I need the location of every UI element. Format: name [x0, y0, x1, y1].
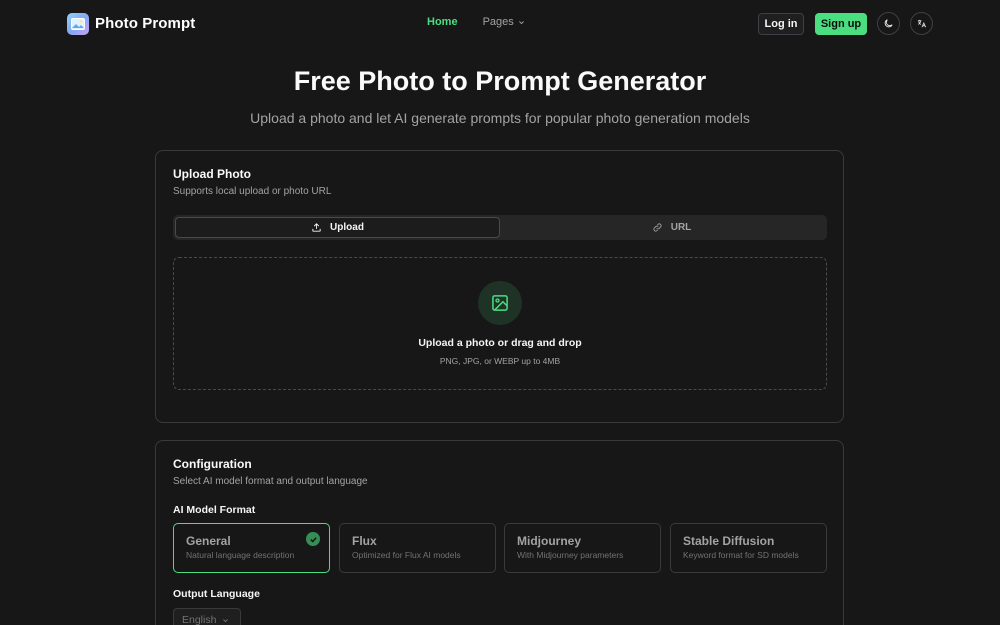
nav-pages-label: Pages: [482, 16, 514, 28]
moon-icon: [884, 19, 893, 28]
tab-url[interactable]: URL: [509, 217, 834, 238]
language-value: English: [182, 614, 217, 625]
image-icon: [478, 281, 522, 325]
brand-name: Photo Prompt: [95, 15, 196, 32]
output-language-label: Output Language: [173, 588, 260, 600]
model-description: With Midjourney parameters: [517, 550, 624, 560]
login-button[interactable]: Log in: [758, 13, 804, 35]
top-navbar: Photo Prompt Home Pages Log in Sign up: [0, 0, 1000, 48]
translate-icon: [917, 19, 927, 28]
output-language-select[interactable]: English: [173, 608, 241, 625]
signup-button[interactable]: Sign up: [815, 13, 867, 35]
model-description: Keyword format for SD models: [683, 550, 799, 560]
link-icon: [653, 223, 662, 232]
tab-url-label: URL: [670, 222, 692, 233]
model-name: Stable Diffusion: [683, 534, 775, 548]
dropzone-title: Upload a photo or drag and drop: [418, 337, 582, 349]
brand-link[interactable]: Photo Prompt: [67, 12, 195, 35]
model-format-label: AI Model Format: [173, 504, 256, 516]
nav-pages-dropdown[interactable]: Pages: [483, 16, 525, 28]
upload-card-title: Upload Photo: [173, 167, 251, 181]
tab-upload[interactable]: Upload: [175, 217, 500, 238]
chevron-down-icon: [518, 20, 524, 24]
upload-source-tabs: Upload URL: [173, 215, 827, 240]
model-option-midjourney[interactable]: Midjourney With Midjourney parameters: [504, 523, 661, 573]
nav-home-link[interactable]: Home: [427, 16, 458, 28]
logo-icon: [67, 12, 89, 35]
model-option-stable-diffusion[interactable]: Stable Diffusion Keyword format for SD m…: [670, 523, 827, 573]
configuration-card: Configuration Select AI model format and…: [155, 440, 844, 625]
model-description: Optimized for Flux AI models: [352, 550, 461, 560]
upload-photo-card: Upload Photo Supports local upload or ph…: [155, 150, 844, 423]
chevron-down-icon: [223, 618, 229, 622]
check-icon: [306, 532, 320, 546]
tab-upload-label: Upload: [330, 222, 364, 233]
upload-icon: [312, 223, 321, 232]
dropzone-hint: PNG, JPG, or WEBP up to 4MB: [439, 356, 561, 366]
main-nav: Home Pages: [427, 16, 525, 28]
model-option-general[interactable]: General Natural language description: [173, 523, 330, 573]
model-name: Midjourney: [517, 534, 582, 548]
photo-dropzone[interactable]: Upload a photo or drag and drop PNG, JPG…: [173, 257, 827, 390]
page-title: Free Photo to Prompt Generator: [293, 66, 707, 96]
config-card-description: Select AI model format and output langua…: [173, 476, 368, 487]
upload-card-description: Supports local upload or photo URL: [173, 186, 332, 197]
theme-toggle-button[interactable]: [877, 12, 900, 35]
model-name: General: [186, 534, 231, 548]
config-card-title: Configuration: [173, 457, 252, 471]
model-name: Flux: [352, 534, 377, 548]
model-description: Natural language description: [186, 550, 295, 560]
page-subtitle: Upload a photo and let AI generate promp…: [250, 110, 750, 126]
language-switch-button[interactable]: [910, 12, 933, 35]
model-option-flux[interactable]: Flux Optimized for Flux AI models: [339, 523, 496, 573]
